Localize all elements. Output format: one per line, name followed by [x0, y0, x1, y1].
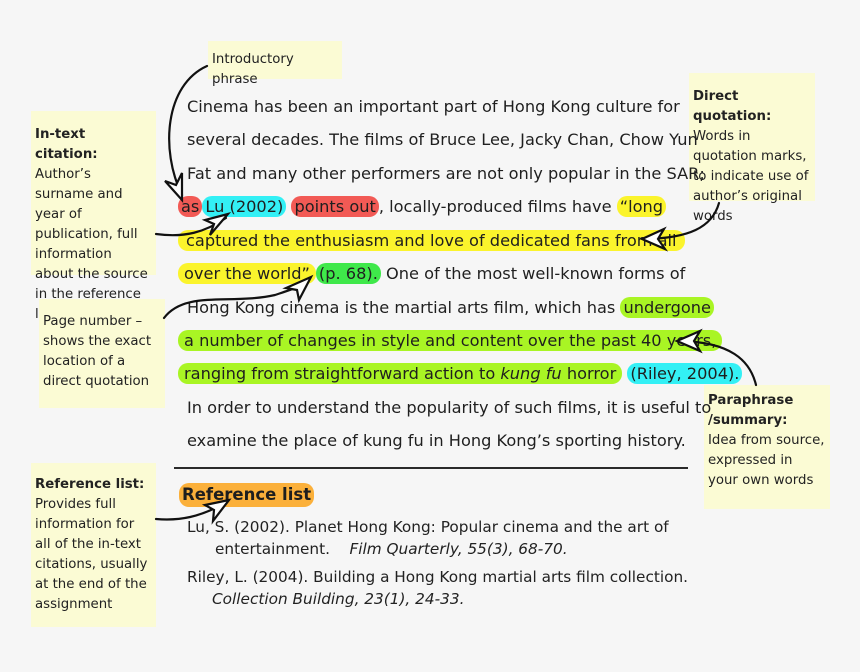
note-title: Reference list: [35, 477, 145, 492]
plain-text: Hong Kong cinema is the martial arts fil… [187, 298, 621, 317]
divider [174, 467, 688, 469]
direct-quotation-highlight: “long [616, 196, 667, 217]
note-in-text-citation: In-text citation: Author’s surname and y… [31, 111, 156, 322]
reference-line: entertainment. Film Quarterly, 55(3), 68… [187, 538, 669, 560]
italic-text: Film Quarterly, 55(3), 68-70. [349, 540, 568, 558]
introductory-phrase-highlight: as [178, 196, 203, 217]
paragraph-line: Cinema has been an important part of Hon… [187, 97, 680, 116]
paraphrase-highlight: undergone [620, 297, 714, 318]
plain-text: One of the most well-known forms of [380, 264, 686, 283]
page-number-highlight: (p. 68). [315, 263, 381, 284]
reference-line: Riley, L. (2004). Building a Hong Kong m… [187, 568, 689, 586]
paragraph-line: examine the place of kung fu in Hong Kon… [187, 431, 686, 450]
paragraph-line: In order to understand the popularity of… [187, 398, 712, 417]
reference-list-heading: Reference list [179, 483, 315, 507]
note-paraphrase-summary: Paraphrase /summary: Idea from source, e… [704, 385, 830, 509]
note-body: Page number –shows the exact location of… [43, 314, 152, 389]
note-title: In-text citation: [35, 127, 98, 162]
direct-quotation-highlight: over the world” [178, 263, 316, 284]
italic-text: kung fu [500, 364, 562, 383]
paraphrase-highlight: ranging from straightforward action to k… [178, 363, 623, 384]
note-body: Idea from source, expressed in your own … [708, 433, 825, 488]
note-text: Introductory phrase [212, 52, 294, 87]
italic-text: Collection Building, 23(1), 24-33. [212, 590, 465, 608]
note-direct-quotation: Direct quotation: Words in quotation mar… [689, 73, 815, 224]
note-body: Words in quotation marks, to indicate us… [693, 129, 809, 224]
plain-text: , locally-produced films have [378, 197, 617, 216]
paragraph-line: as Lu (2002) points out, locally-produced… [178, 195, 667, 219]
paragraph-line: over the world” (p. 68). One of the most … [178, 262, 685, 286]
note-body: Provides full information for all of the… [35, 497, 148, 612]
paragraph-line: Hong Kong cinema is the martial arts fil… [187, 296, 714, 320]
note-title: Paraphrase /summary: [708, 393, 794, 428]
note-title: Direct quotation: [693, 89, 772, 124]
in-text-citation-highlight: (Riley, 2004). [627, 363, 743, 384]
reference-line: Collection Building, 23(1), 24-33. [187, 588, 688, 610]
direct-quotation-highlight: captured the enthusiasm and love of dedi… [178, 230, 685, 251]
plain-text: ranging from straightforward action to [184, 364, 501, 383]
paragraph-line: Fat and many other performers are not on… [187, 164, 705, 183]
reference-entry: Riley, L. (2004). Building a Hong Kong m… [187, 566, 688, 610]
paragraph-line: a number of changes in style and content… [178, 329, 723, 353]
paraphrase-highlight: a number of changes in style and content… [178, 330, 723, 351]
plain-text: entertainment. [215, 540, 330, 558]
note-reference-list: Reference list: Provides full informatio… [31, 463, 156, 627]
introductory-phrase-highlight: points out [291, 196, 379, 217]
reference-entry: Lu, S. (2002). Planet Hong Kong: Popular… [187, 516, 669, 560]
paragraph-line: several decades. The films of Bruce Lee,… [187, 130, 698, 149]
reference-line: Lu, S. (2002). Planet Hong Kong: Popular… [187, 518, 669, 536]
note-introductory-phrase: Introductory phrase [208, 41, 342, 87]
paragraph-line: ranging from straightforward action to k… [178, 362, 743, 386]
plain-text: horror [561, 364, 617, 383]
note-page-number: Page number –shows the exact location of… [39, 299, 165, 408]
paragraph-line: captured the enthusiasm and love of dedi… [178, 229, 685, 253]
in-text-citation-highlight: Lu (2002) [202, 196, 287, 217]
